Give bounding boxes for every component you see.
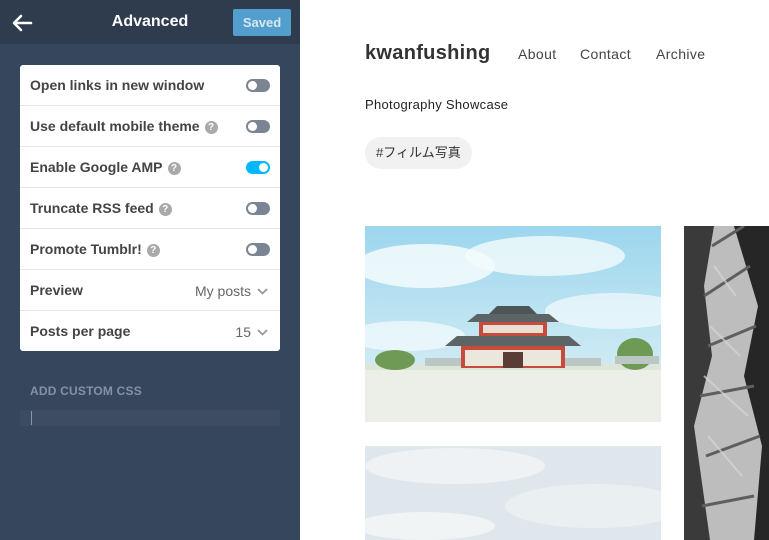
- help-icon[interactable]: ?: [204, 121, 218, 134]
- settings-card: Open links in new window Use default mob…: [20, 65, 280, 351]
- toggle-promote-tumblr[interactable]: [246, 243, 270, 256]
- setting-label: Promote Tumblr!?: [30, 241, 160, 257]
- setting-promote-tumblr: Promote Tumblr!?: [20, 229, 280, 270]
- saved-button[interactable]: Saved: [233, 9, 291, 36]
- toggle-truncate-rss[interactable]: [246, 202, 270, 215]
- setting-google-amp: Enable Google AMP?: [20, 147, 280, 188]
- custom-css-label: ADD CUSTOM CSS: [30, 384, 142, 398]
- help-icon[interactable]: ?: [146, 244, 160, 257]
- setting-posts-per-page: Posts per page 15: [20, 311, 280, 351]
- setting-label: Open links in new window: [30, 77, 205, 93]
- toggle-open-links-new-window[interactable]: [246, 79, 270, 92]
- chevron-down-icon: [257, 323, 268, 339]
- preview-label: Preview: [30, 282, 83, 298]
- posts-per-page-label: Posts per page: [30, 323, 131, 339]
- photo-pale-sky[interactable]: [365, 446, 661, 540]
- blog-preview: kwanfushing About Contact Archive Photog…: [300, 0, 769, 540]
- help-icon[interactable]: ?: [158, 203, 172, 216]
- blog-description: Photography Showcase: [365, 97, 509, 112]
- sidebar-header: Advanced Saved: [0, 0, 300, 44]
- setting-label: Enable Google AMP?: [30, 159, 181, 175]
- help-icon[interactable]: ?: [167, 162, 181, 175]
- toggle-default-mobile-theme[interactable]: [246, 120, 270, 133]
- posts-per-page-select[interactable]: 15: [235, 323, 268, 340]
- tag-pill[interactable]: #フィルム写真: [365, 137, 472, 169]
- setting-preview: Preview My posts: [20, 270, 280, 311]
- blog-title[interactable]: kwanfushing: [365, 42, 491, 65]
- photo-temple-gate[interactable]: [365, 226, 661, 422]
- nav-link-about[interactable]: About: [518, 46, 557, 62]
- toggle-google-amp[interactable]: [246, 161, 270, 174]
- custom-css-editor[interactable]: [20, 410, 280, 426]
- setting-truncate-rss: Truncate RSS feed?: [20, 188, 280, 229]
- nav-link-contact[interactable]: Contact: [580, 46, 631, 62]
- setting-open-links-new-window: Open links in new window: [20, 65, 280, 106]
- chevron-down-icon: [257, 282, 268, 298]
- nav-link-archive[interactable]: Archive: [656, 46, 705, 62]
- photo-bw-tree[interactable]: [684, 226, 769, 540]
- preview-select[interactable]: My posts: [195, 282, 268, 299]
- setting-label: Use default mobile theme?: [30, 118, 218, 134]
- setting-default-mobile-theme: Use default mobile theme?: [20, 106, 280, 147]
- customize-sidebar: Advanced Saved Open links in new window …: [0, 0, 300, 540]
- setting-label: Truncate RSS feed?: [30, 200, 172, 216]
